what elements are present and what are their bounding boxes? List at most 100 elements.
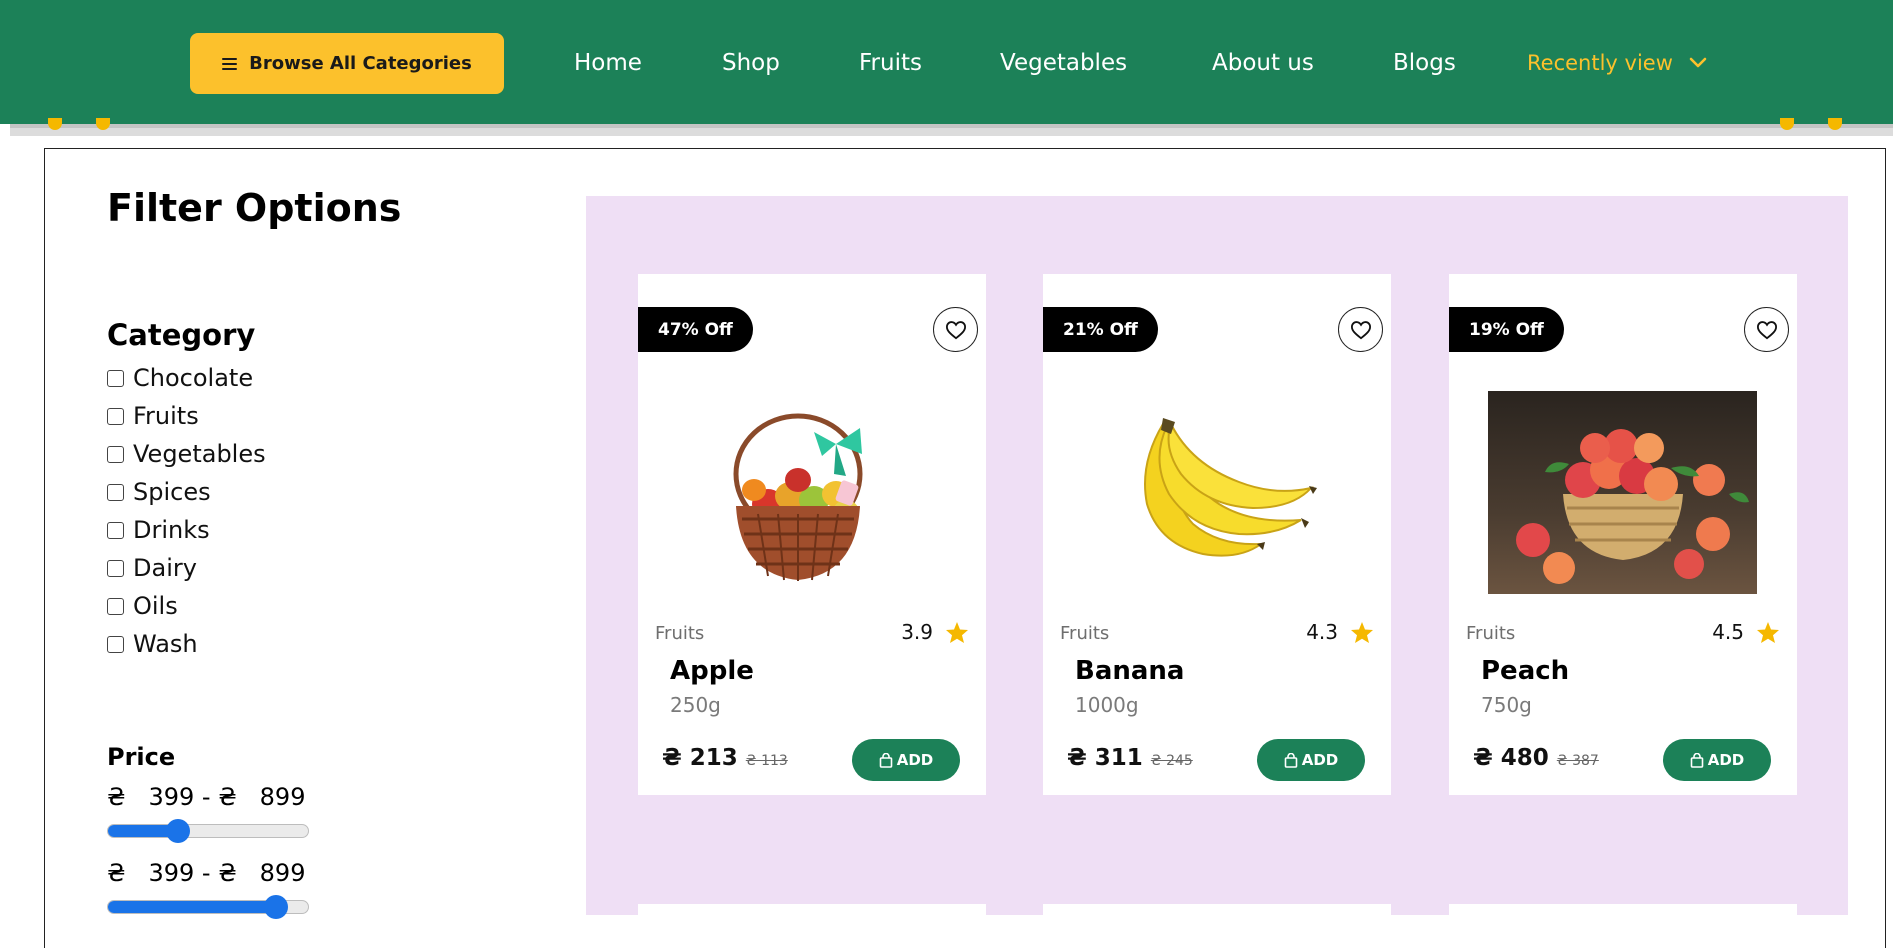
add-label: ADD (1707, 751, 1745, 769)
nav-link-about-us[interactable]: About us (1212, 50, 1314, 76)
filter-options-title: Filter Options (107, 186, 402, 230)
category-option-spices[interactable]: Spices (107, 478, 211, 506)
star-icon (1757, 621, 1779, 643)
wishlist-button[interactable] (1744, 307, 1789, 352)
category-option-drinks[interactable]: Drinks (107, 516, 210, 544)
add-to-cart-button[interactable]: ADD (1663, 739, 1771, 781)
header-divider (10, 124, 1893, 136)
original-price: ₴ 245 (1150, 753, 1193, 769)
slider-thumb[interactable] (166, 819, 190, 843)
rating-value: 3.9 (901, 620, 933, 644)
browse-categories-label: Browse All Categories (249, 53, 472, 74)
nav-link-vegetables[interactable]: Vegetables (1000, 50, 1127, 76)
price-range-text-max: ₴ 399 - ₴ 899 (107, 859, 306, 887)
checkbox[interactable] (107, 445, 124, 463)
current-price: ₴ 311 (1067, 745, 1143, 771)
checkbox[interactable] (107, 407, 124, 425)
product-weight: 1000g (1075, 693, 1139, 717)
slider-fill (108, 901, 276, 913)
recently-viewed-dropdown[interactable]: Recently view (1527, 51, 1707, 75)
product-card-banana[interactable]: 21% Off Fruits 4.3 Banana 1000g ₴ 311 ₴ … (1043, 274, 1391, 795)
category-option-chocolate[interactable]: Chocolate (107, 364, 253, 392)
chevron-down-icon (1689, 57, 1707, 68)
product-weight: 250g (670, 693, 721, 717)
heart-icon (1350, 320, 1371, 339)
shopping-bag-icon (879, 752, 893, 768)
product-name[interactable]: Apple (670, 656, 754, 686)
nav-link-home[interactable]: Home (574, 50, 642, 76)
category-option-dairy[interactable]: Dairy (107, 554, 197, 582)
product-card-next-row[interactable] (1449, 904, 1797, 924)
checkbox[interactable] (107, 521, 124, 539)
current-price: ₴ 213 (662, 745, 738, 771)
original-price: ₴ 113 (745, 753, 788, 769)
price-slider-max[interactable] (107, 895, 309, 919)
menu-icon (222, 57, 238, 70)
category-label: Spices (133, 478, 211, 506)
category-label: Vegetables (133, 440, 266, 468)
checkbox[interactable] (107, 483, 124, 501)
checkbox[interactable] (107, 369, 124, 387)
product-weight: 750g (1481, 693, 1532, 717)
product-image-fruit-basket (638, 384, 986, 598)
product-card-next-row[interactable] (1043, 904, 1391, 924)
current-price: ₴ 480 (1473, 745, 1549, 771)
price-slider-min[interactable] (107, 819, 309, 843)
product-name[interactable]: Peach (1481, 656, 1569, 686)
product-image-banana-bunch (1043, 384, 1391, 598)
discount-badge: 19% Off (1449, 307, 1564, 352)
product-category: Fruits (1060, 623, 1110, 644)
category-option-vegetables[interactable]: Vegetables (107, 440, 266, 468)
product-price: ₴ 480 ₴ 387 (1473, 745, 1599, 771)
slider-thumb[interactable] (264, 895, 288, 919)
price-range-text-min: ₴ 399 - ₴ 899 (107, 783, 306, 811)
product-rating: 3.9 (901, 620, 969, 644)
category-label: Drinks (133, 516, 210, 544)
checkbox[interactable] (107, 597, 124, 615)
nav-link-shop[interactable]: Shop (722, 50, 780, 76)
product-card-apple[interactable]: 47% Off Fruits 3.9 Apple 250g ₴ 213 ₴ 11… (638, 274, 986, 795)
shopping-bag-icon (1284, 752, 1298, 768)
product-rating: 4.5 (1712, 620, 1780, 644)
category-label: Wash (133, 630, 198, 658)
add-to-cart-button[interactable]: ADD (852, 739, 960, 781)
add-to-cart-button[interactable]: ADD (1257, 739, 1365, 781)
category-label: Chocolate (133, 364, 254, 392)
top-navigation-bar: Browse All Categories Home Shop Fruits V… (0, 0, 1893, 124)
product-rating: 4.3 (1306, 620, 1374, 644)
category-heading: Category (107, 318, 256, 352)
star-icon (946, 621, 968, 643)
heart-icon (945, 320, 966, 339)
shopping-bag-icon (1690, 752, 1704, 768)
discount-badge: 47% Off (638, 307, 753, 352)
add-label: ADD (1301, 751, 1339, 769)
recently-viewed-label: Recently view (1527, 51, 1673, 75)
category-label: Oils (133, 592, 178, 620)
add-label: ADD (896, 751, 934, 769)
product-card-peach[interactable]: 19% Off Fruits 4.5 Peach 750g ₴ 480 ₴ 38… (1449, 274, 1797, 795)
product-card-next-row[interactable] (638, 904, 986, 924)
nav-link-fruits[interactable]: Fruits (859, 50, 922, 76)
original-price: ₴ 387 (1556, 753, 1599, 769)
checkbox[interactable] (107, 559, 124, 577)
category-option-oils[interactable]: Oils (107, 592, 178, 620)
product-name[interactable]: Banana (1075, 656, 1184, 686)
product-category: Fruits (1466, 623, 1516, 644)
nav-link-blogs[interactable]: Blogs (1393, 50, 1456, 76)
wishlist-button[interactable] (933, 307, 978, 352)
category-label: Dairy (133, 554, 197, 582)
product-price: ₴ 311 ₴ 245 (1067, 745, 1193, 771)
heart-icon (1756, 320, 1777, 339)
discount-badge: 21% Off (1043, 307, 1158, 352)
category-option-fruits[interactable]: Fruits (107, 402, 199, 430)
category-option-wash[interactable]: Wash (107, 630, 198, 658)
price-heading: Price (107, 743, 176, 771)
product-category: Fruits (655, 623, 705, 644)
category-label: Fruits (133, 402, 199, 430)
rating-value: 4.3 (1306, 620, 1338, 644)
wishlist-button[interactable] (1338, 307, 1383, 352)
checkbox[interactable] (107, 635, 124, 653)
browse-categories-button[interactable]: Browse All Categories (190, 33, 504, 94)
product-image-peach-basket (1449, 384, 1797, 598)
rating-value: 4.5 (1712, 620, 1744, 644)
